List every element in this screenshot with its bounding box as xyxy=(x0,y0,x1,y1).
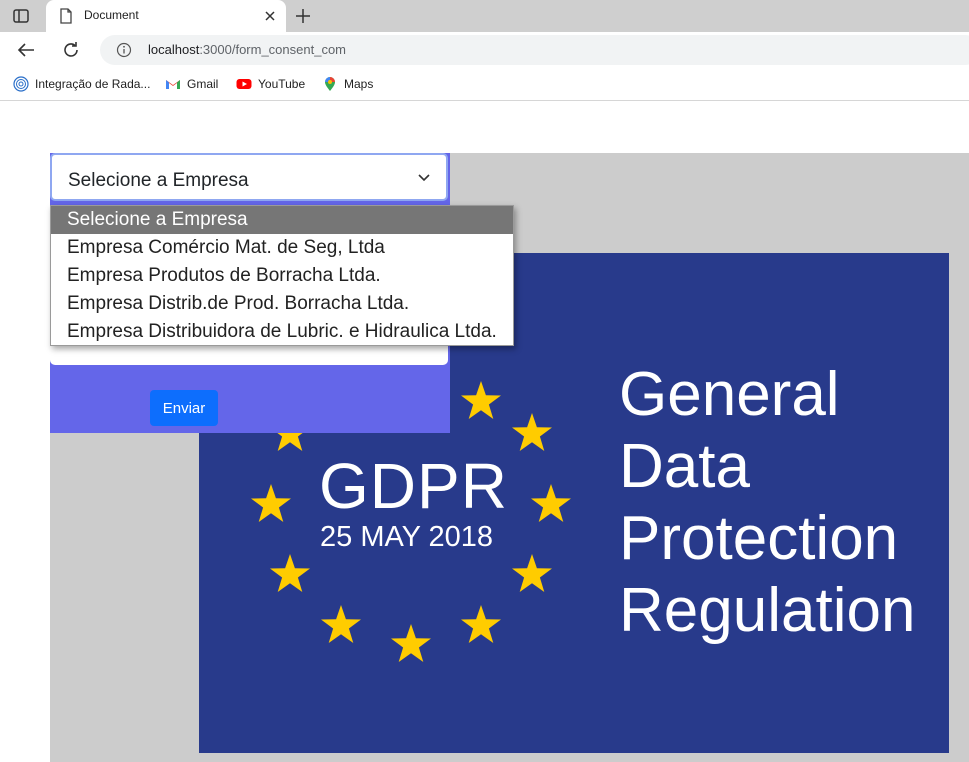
gdpr-date: 25 MAY 2018 xyxy=(320,521,494,553)
star-icon xyxy=(270,554,310,592)
star-icon xyxy=(461,605,501,643)
globe-icon xyxy=(13,76,29,92)
bookmark-label: Integração de Rada... xyxy=(35,77,151,91)
bookmark-integracao[interactable]: Integração de Rada... xyxy=(13,75,150,93)
close-tab-icon[interactable] xyxy=(260,6,280,26)
info-icon[interactable] xyxy=(116,42,132,58)
reload-icon[interactable] xyxy=(60,39,82,61)
browser-tab[interactable]: Document xyxy=(46,0,286,32)
youtube-icon xyxy=(236,76,252,92)
tab-actions-icon[interactable] xyxy=(10,6,32,26)
dropdown-option[interactable]: Empresa Distrib.de Prod. Borracha Ltda. xyxy=(51,290,513,318)
bookmark-youtube[interactable]: YouTube xyxy=(236,75,305,93)
url-host: localhost xyxy=(148,42,200,57)
bookmark-gmail[interactable]: Gmail xyxy=(165,75,218,93)
tab-title: Document xyxy=(84,8,139,22)
gdpr-title-line: Data xyxy=(619,432,750,501)
bookmark-label: YouTube xyxy=(258,77,306,91)
bookmark-label: Gmail xyxy=(187,77,219,91)
star-icon xyxy=(251,484,291,522)
submit-button[interactable]: Enviar xyxy=(150,390,218,426)
gdpr-title-line: Protection xyxy=(619,504,899,573)
dropdown-option[interactable]: Empresa Produtos de Borracha Ltda. xyxy=(51,262,513,290)
star-icon xyxy=(391,624,431,662)
star-icon xyxy=(512,554,552,592)
gdpr-title-line: General xyxy=(619,360,840,429)
dropdown-option[interactable]: Empresa Comércio Mat. de Seg, Ltda xyxy=(51,234,513,262)
star-icon xyxy=(321,605,361,643)
address-bar[interactable]: localhost:3000/form_consent_com xyxy=(100,35,969,65)
back-icon[interactable] xyxy=(15,39,37,61)
url-path: :3000/form_consent_com xyxy=(199,42,347,57)
chevron-down-icon xyxy=(416,169,432,185)
url-text: localhost:3000/form_consent_com xyxy=(148,42,346,57)
gdpr-title-line: Regulation xyxy=(619,576,916,645)
bookmark-maps[interactable]: Maps xyxy=(322,75,373,93)
gdpr-acronym: GDPR xyxy=(319,450,508,522)
browser-toolbar: localhost:3000/form_consent_com xyxy=(0,32,969,68)
company-select[interactable]: Selecione a Empresa xyxy=(50,153,448,201)
gdpr-title: General Data Protection Regulation xyxy=(619,359,915,647)
page-content: GDPR 25 MAY 2018 General Data Protection… xyxy=(0,101,969,762)
company-select-value: Selecione a Empresa xyxy=(68,170,249,191)
star-icon xyxy=(512,413,552,451)
star-icon xyxy=(531,484,571,522)
document-icon xyxy=(58,8,74,24)
tab-strip: Document xyxy=(0,0,969,32)
gmail-icon xyxy=(165,76,181,92)
dropdown-option[interactable]: Empresa Distribuidora de Lubric. e Hidra… xyxy=(51,318,513,346)
new-tab-icon[interactable] xyxy=(292,5,314,27)
company-dropdown-list: Selecione a Empresa Empresa Comércio Mat… xyxy=(50,205,514,346)
bookmark-label: Maps xyxy=(344,77,374,91)
maps-icon xyxy=(322,76,338,92)
bookmarks-bar: Integração de Rada... Gmail YouTube Maps xyxy=(0,68,969,101)
star-icon xyxy=(461,381,501,419)
dropdown-option[interactable]: Selecione a Empresa xyxy=(51,206,513,234)
